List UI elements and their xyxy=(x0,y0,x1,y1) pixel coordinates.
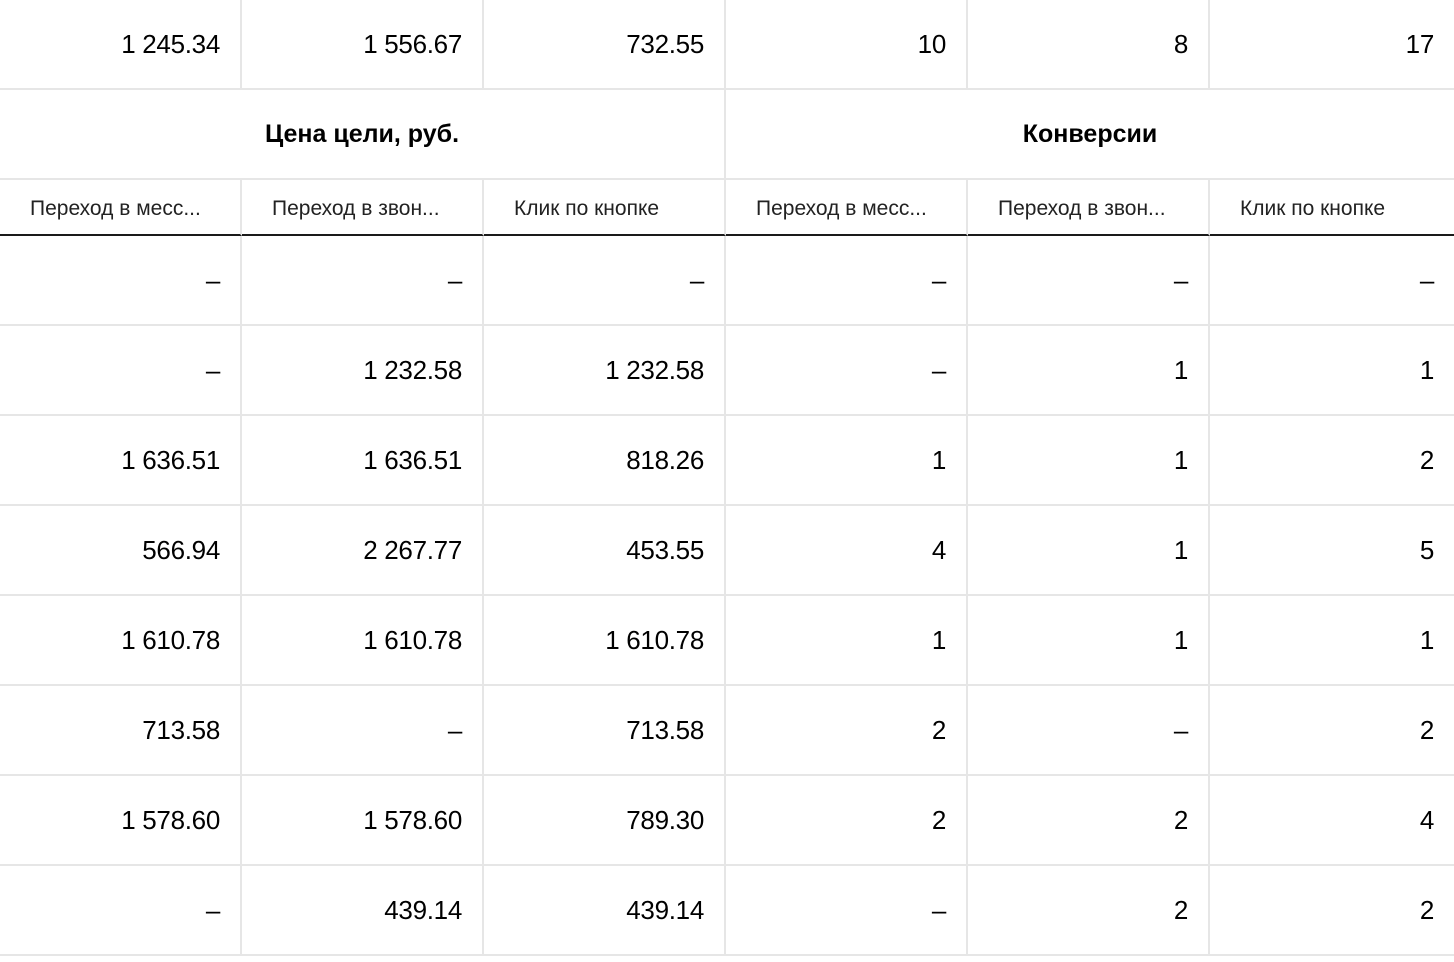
table-cell: 566.94 xyxy=(0,506,242,596)
report-table: 1 245.34 1 556.67 732.55 10 8 17 Цена це… xyxy=(0,0,1454,962)
table-cell: 1 xyxy=(968,416,1210,506)
table-cell: 1 xyxy=(726,596,968,686)
table-cell: 2 xyxy=(726,686,968,776)
table-cell: – xyxy=(726,236,968,326)
column-header-button-click-conversions[interactable]: Клик по кнопке xyxy=(1210,180,1454,236)
table-cell: 4 xyxy=(726,506,968,596)
table-cell: 1 610.78 xyxy=(0,596,242,686)
table-cell: – xyxy=(242,236,484,326)
table-cell: 1 610.78 xyxy=(484,596,726,686)
table-cell: 439.14 xyxy=(242,866,484,956)
table-cell: – xyxy=(0,866,242,956)
table-cell: – xyxy=(484,236,726,326)
group-header-conversions: Конверсии xyxy=(726,90,1454,180)
column-header-call-price[interactable]: Переход в звон... xyxy=(242,180,484,236)
table-cell: 1 578.60 xyxy=(242,776,484,866)
table-cell: 2 xyxy=(968,866,1210,956)
table-cell: 1 232.58 xyxy=(484,326,726,416)
table-cell: – xyxy=(0,326,242,416)
column-header-label: Переход в звон... xyxy=(998,197,1166,220)
table-cell: 713.58 xyxy=(484,686,726,776)
table-cell: 1 636.51 xyxy=(242,416,484,506)
table-cell: 1 xyxy=(968,596,1210,686)
table-cell: 1 xyxy=(1210,326,1454,416)
table-cell: – xyxy=(726,326,968,416)
table-cell: 439.14 xyxy=(484,866,726,956)
table-cell: 453.55 xyxy=(484,506,726,596)
column-header-messenger-conversions[interactable]: Переход в месс... xyxy=(726,180,968,236)
table-cell: 2 xyxy=(1210,416,1454,506)
table-cell: 1 232.58 xyxy=(242,326,484,416)
column-header-call-conversions[interactable]: Переход в звон... xyxy=(968,180,1210,236)
table-cell: – xyxy=(968,236,1210,326)
table-cell: 2 267.77 xyxy=(242,506,484,596)
column-header-label: Переход в месс... xyxy=(30,197,201,220)
table-cell: 5 xyxy=(1210,506,1454,596)
group-header-goal-price: Цена цели, руб. xyxy=(0,90,726,180)
table-cell: 4 xyxy=(1210,776,1454,866)
column-header-label: Клик по кнопке xyxy=(1240,197,1386,220)
table-cell: 1 610.78 xyxy=(242,596,484,686)
table-cell: 1 636.51 xyxy=(0,416,242,506)
table-cell: 2 xyxy=(968,776,1210,866)
table-cell: 1 xyxy=(726,416,968,506)
table-cell: 2 xyxy=(1210,866,1454,956)
table-cell: – xyxy=(968,686,1210,776)
table-cell: 713.58 xyxy=(0,686,242,776)
table-cell: 789.30 xyxy=(484,776,726,866)
table-cell: – xyxy=(1210,236,1454,326)
totals-cell: 17 xyxy=(1210,0,1454,90)
totals-cell: 732.55 xyxy=(484,0,726,90)
totals-cell: 8 xyxy=(968,0,1210,90)
table-cell: – xyxy=(0,236,242,326)
table-cell: 1 xyxy=(1210,596,1454,686)
column-header-messenger-price[interactable]: Переход в месс... xyxy=(0,180,242,236)
table-cell: 1 578.60 xyxy=(0,776,242,866)
column-header-button-click-price[interactable]: Клик по кнопке xyxy=(484,180,726,236)
table-cell: 818.26 xyxy=(484,416,726,506)
table-cell: 2 xyxy=(726,776,968,866)
column-header-label: Клик по кнопке xyxy=(514,197,660,220)
table-cell: – xyxy=(242,686,484,776)
table-cell: 1 xyxy=(968,506,1210,596)
table-cell: – xyxy=(726,866,968,956)
totals-cell: 1 245.34 xyxy=(0,0,242,90)
totals-cell: 1 556.67 xyxy=(242,0,484,90)
column-header-label: Переход в месс... xyxy=(756,197,927,220)
table-cell: 1 xyxy=(968,326,1210,416)
table-cell: 2 xyxy=(1210,686,1454,776)
column-header-label: Переход в звон... xyxy=(272,197,440,220)
totals-cell: 10 xyxy=(726,0,968,90)
